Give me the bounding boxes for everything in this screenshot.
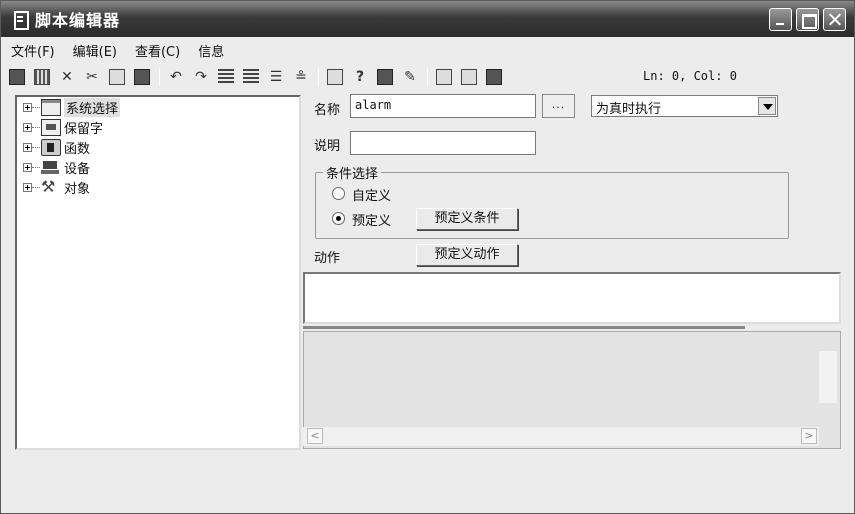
tree-item-device[interactable]: 设备 [17, 157, 299, 177]
toolbar-separator [427, 68, 428, 86]
exec-mode-value: 为真时执行 [596, 102, 662, 117]
comment-icon[interactable]: ☰ [268, 69, 284, 85]
copy-icon[interactable] [109, 69, 125, 85]
grid-icon[interactable] [34, 69, 50, 85]
edit-icon[interactable] [461, 69, 477, 85]
scroll-left-icon[interactable]: < [307, 428, 323, 444]
exec-mode-select[interactable]: 为真时执行 [591, 95, 778, 117]
tree-item-label: 函数 [64, 141, 91, 157]
tree-item-label: 保留字 [64, 121, 104, 137]
cut-icon[interactable]: ✂ [84, 69, 100, 85]
object-icon [41, 177, 61, 196]
radio-custom-label[interactable]: 自定义 [352, 185, 391, 204]
help-icon[interactable]: ? [352, 69, 368, 85]
clipboard-icon[interactable] [486, 69, 502, 85]
device-icon [41, 159, 61, 176]
tree-item-label: 系统选择 [64, 97, 121, 117]
tree-item-label: 对象 [64, 181, 91, 197]
outdent-icon[interactable] [243, 69, 259, 85]
script-icon [11, 10, 29, 30]
menu-view[interactable]: 查看(C) [135, 41, 180, 60]
menu-file[interactable]: 文件(F) [11, 41, 55, 60]
redo-icon[interactable]: ↷ [193, 69, 209, 85]
cursor-position: Ln: 0, Col: 0 [643, 69, 737, 83]
script-editor-window: 脚本编辑器 文件(F) 编辑(E) 查看(C) 信息 ✕ ✂ ↶ ↷ ☰ ≗ ?… [0, 0, 855, 514]
expand-icon[interactable] [23, 142, 32, 152]
tree-item-function[interactable]: 函数 [17, 137, 299, 157]
action-list[interactable] [303, 272, 841, 324]
book-icon[interactable] [377, 69, 393, 85]
close-button[interactable] [823, 8, 846, 31]
predefined-action-button[interactable]: 预定义动作 [416, 244, 518, 266]
description-input[interactable] [350, 131, 536, 155]
tree-item-reserved[interactable]: 保留字 [17, 117, 299, 137]
title-bar[interactable]: 脚本编辑器 [1, 1, 854, 37]
name-label: 名称 [314, 103, 341, 118]
menu-info[interactable]: 信息 [198, 41, 224, 60]
toolbar-separator [318, 68, 319, 86]
horizontal-scrollbar[interactable]: < > [303, 427, 819, 446]
uncomment-icon[interactable]: ≗ [293, 69, 309, 85]
condition-group-title: 条件选择 [323, 163, 382, 182]
tree-item-object[interactable]: 对象 [17, 177, 299, 197]
tool-icon[interactable]: ✎ [402, 69, 418, 85]
radio-custom[interactable] [332, 187, 345, 200]
save-icon[interactable] [9, 69, 25, 85]
browse-button[interactable]: ... [542, 94, 575, 118]
undo-icon[interactable]: ↶ [168, 69, 184, 85]
splitter[interactable] [303, 326, 745, 329]
paste-icon[interactable] [134, 69, 150, 85]
toolbar-separator [159, 68, 160, 86]
delete-icon[interactable]: ✕ [59, 69, 75, 85]
keyboard-icon[interactable] [327, 69, 343, 85]
symbol-tree[interactable]: 系统选择 保留字 函数 设备 对象 [15, 95, 301, 450]
function-icon [41, 138, 61, 156]
toolbar: ✕ ✂ ↶ ↷ ☰ ≗ ? ✎ Ln: 0, Col: 0 [1, 63, 854, 91]
description-label: 说明 [314, 139, 341, 154]
menu-bar: 文件(F) 编辑(E) 查看(C) 信息 [1, 39, 242, 61]
action-label: 动作 [314, 251, 341, 266]
expand-icon[interactable] [23, 122, 32, 132]
expand-icon[interactable] [23, 182, 32, 192]
tree-item-label: 设备 [64, 161, 91, 177]
indent-icon[interactable] [218, 69, 234, 85]
menu-edit[interactable]: 编辑(E) [73, 41, 117, 60]
expand-icon[interactable] [23, 102, 32, 112]
window-title: 脚本编辑器 [35, 11, 121, 30]
system-icon [41, 98, 61, 116]
predefined-condition-button[interactable]: 预定义条件 [416, 208, 518, 230]
radio-predefined-label[interactable]: 预定义 [352, 210, 391, 229]
chevron-down-icon[interactable] [758, 97, 776, 115]
maximize-button[interactable] [796, 8, 819, 31]
vertical-scrollbar-thumb[interactable] [819, 351, 837, 403]
image-icon[interactable] [436, 69, 452, 85]
minimize-button[interactable] [769, 8, 792, 31]
expand-icon[interactable] [23, 162, 32, 172]
radio-predefined[interactable] [332, 212, 345, 225]
window-controls [769, 8, 846, 31]
name-input[interactable]: alarm [350, 94, 536, 118]
reserved-icon [41, 118, 61, 136]
scroll-right-icon[interactable]: > [801, 428, 817, 444]
tree-item-system[interactable]: 系统选择 [17, 97, 299, 117]
